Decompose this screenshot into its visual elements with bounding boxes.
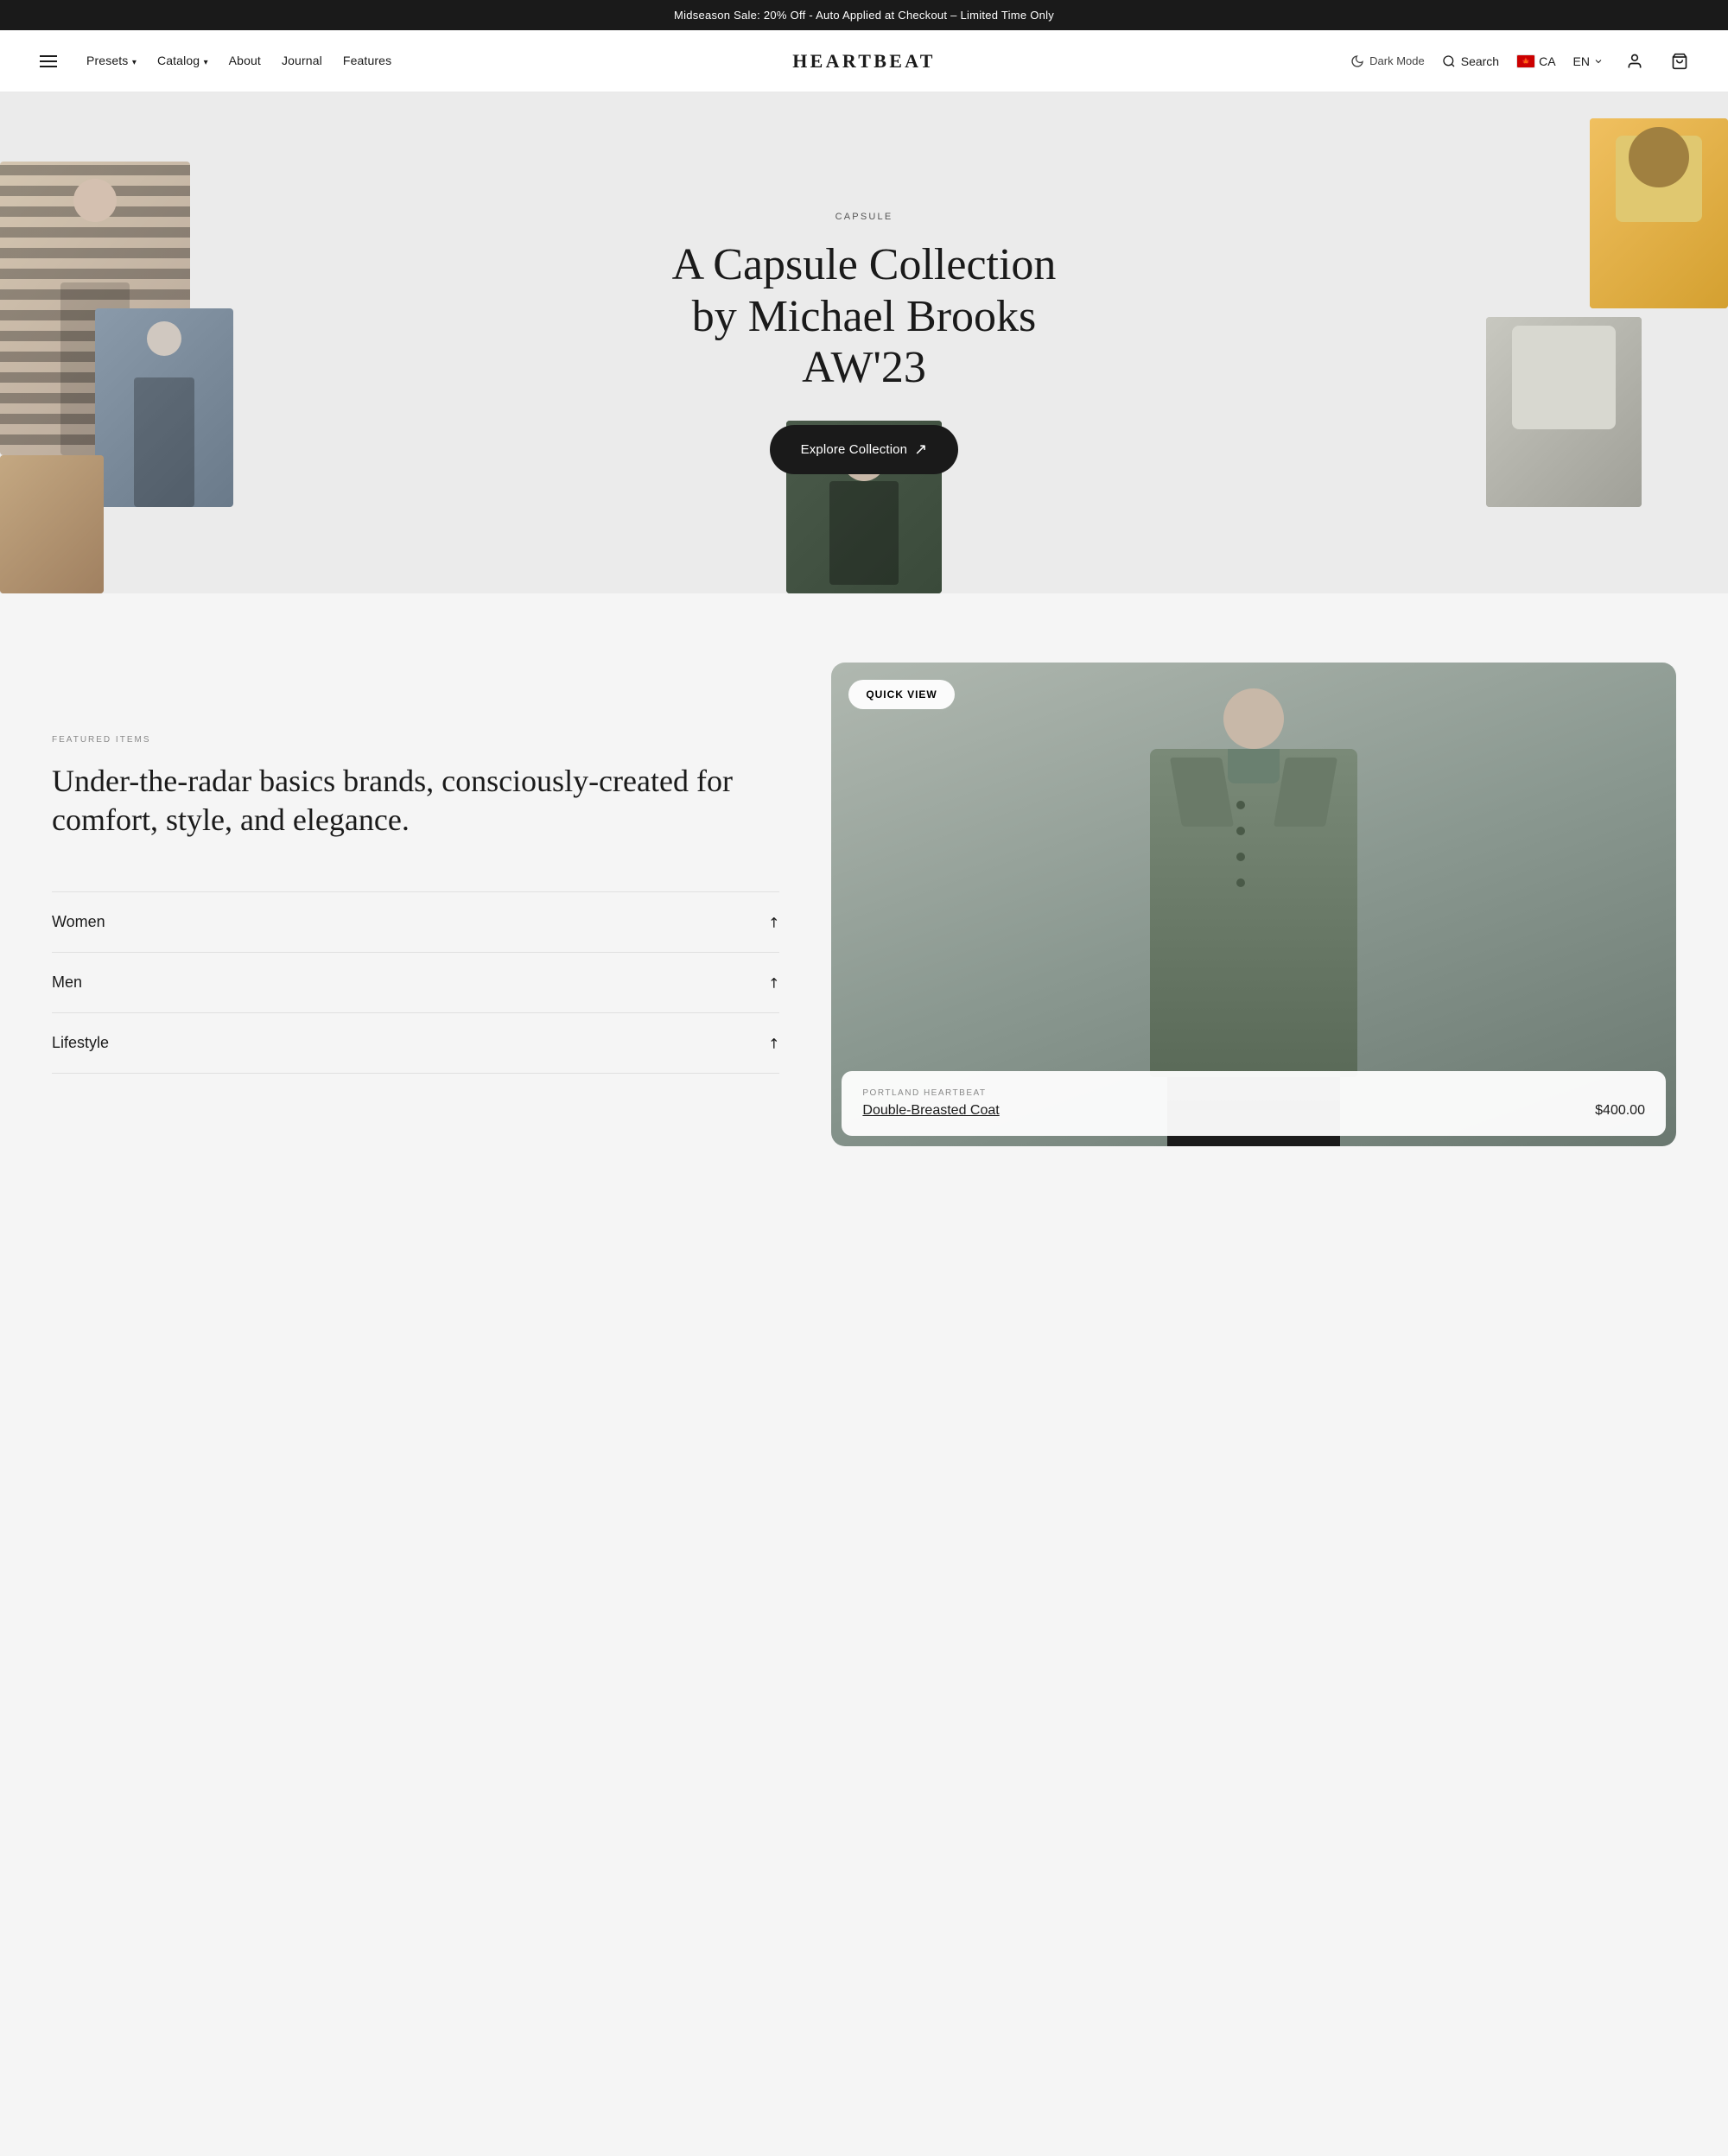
dark-mode-toggle[interactable]: Dark Mode — [1350, 54, 1425, 68]
language-selector[interactable]: EN — [1573, 54, 1604, 68]
product-price: $400.00 — [1595, 1103, 1645, 1119]
hero-eyebrow: CAPSULE — [657, 212, 1071, 222]
hero-image-4 — [1590, 118, 1728, 308]
chevron-down-icon — [1593, 56, 1604, 67]
featured-title: Under-the-radar basics brands, conscious… — [52, 762, 779, 840]
category-arrow-lifestyle: ↗ — [764, 1033, 785, 1054]
category-label-lifestyle: Lifestyle — [52, 1034, 109, 1052]
category-item-lifestyle[interactable]: Lifestyle ↗ — [52, 1013, 779, 1074]
announcement-text: Midseason Sale: 20% Off - Auto Applied a… — [674, 9, 1054, 22]
hero-image-5 — [1486, 317, 1642, 507]
explore-collection-button[interactable]: Explore Collection ↗ — [770, 425, 959, 474]
product-brand: PORTLAND HEARTBEAT — [862, 1088, 999, 1098]
featured-section: FEATURED ITEMS Under-the-radar basics br… — [0, 593, 1728, 1215]
explore-btn-label: Explore Collection — [801, 442, 908, 457]
product-name[interactable]: Double-Breasted Coat — [862, 1103, 999, 1119]
header: Presets Catalog About Journal Features H… — [0, 30, 1728, 92]
locale-country: CA — [1539, 54, 1555, 68]
hero-content: CAPSULE A Capsule Collection by Michael … — [657, 212, 1071, 474]
category-label-women: Women — [52, 913, 105, 931]
flag-icon: 🍁 — [1516, 54, 1535, 68]
category-item-men[interactable]: Men ↗ — [52, 953, 779, 1013]
dark-mode-label: Dark Mode — [1369, 54, 1425, 67]
hamburger-button[interactable] — [35, 48, 62, 75]
hero-section: CAPSULE A Capsule Collection by Michael … — [0, 92, 1728, 593]
site-logo[interactable]: HEARTBEAT — [792, 50, 935, 73]
featured-eyebrow: FEATURED ITEMS — [52, 735, 779, 745]
main-nav: Presets Catalog About Journal Features — [86, 54, 391, 69]
search-label: Search — [1461, 54, 1499, 68]
moon-icon — [1350, 54, 1364, 68]
featured-right: QUICK VIEW PORTLAND HEARTBEAT Double-Bre… — [831, 663, 1676, 1146]
header-left: Presets Catalog About Journal Features — [35, 48, 391, 75]
nav-item-catalog[interactable]: Catalog — [157, 54, 208, 69]
bag-icon — [1671, 53, 1688, 70]
nav-item-journal[interactable]: Journal — [282, 54, 322, 69]
category-arrow-women: ↗ — [764, 912, 785, 933]
nav-item-about[interactable]: About — [229, 54, 261, 69]
locale-selector[interactable]: 🍁 CA — [1516, 54, 1555, 68]
user-icon — [1626, 53, 1643, 70]
hero-title: A Capsule Collection by Michael Brooks A… — [657, 239, 1071, 394]
nav-item-features[interactable]: Features — [343, 54, 391, 69]
announcement-bar: Midseason Sale: 20% Off - Auto Applied a… — [0, 0, 1728, 30]
hero-image-3 — [0, 455, 104, 593]
category-label-men: Men — [52, 973, 82, 992]
language-label: EN — [1573, 54, 1590, 68]
featured-left: FEATURED ITEMS Under-the-radar basics br… — [52, 735, 831, 1074]
quick-view-button[interactable]: QUICK VIEW — [848, 680, 954, 709]
category-arrow-men: ↗ — [764, 973, 785, 993]
search-button[interactable]: Search — [1442, 54, 1499, 68]
product-info: PORTLAND HEARTBEAT Double-Breasted Coat … — [842, 1071, 1666, 1136]
category-list: Women ↗ Men ↗ Lifestyle ↗ — [52, 891, 779, 1074]
explore-arrow-icon: ↗ — [914, 441, 927, 459]
product-card: QUICK VIEW PORTLAND HEARTBEAT Double-Bre… — [831, 663, 1676, 1146]
quick-view-label: QUICK VIEW — [866, 688, 937, 701]
hero-image-2 — [95, 308, 233, 507]
nav-item-presets[interactable]: Presets — [86, 54, 137, 69]
cart-button[interactable] — [1666, 48, 1693, 75]
category-item-women[interactable]: Women ↗ — [52, 892, 779, 953]
product-details: PORTLAND HEARTBEAT Double-Breasted Coat — [862, 1088, 999, 1119]
account-button[interactable] — [1621, 48, 1649, 75]
header-right: Dark Mode Search 🍁 CA EN — [1350, 48, 1693, 75]
search-icon — [1442, 54, 1456, 68]
